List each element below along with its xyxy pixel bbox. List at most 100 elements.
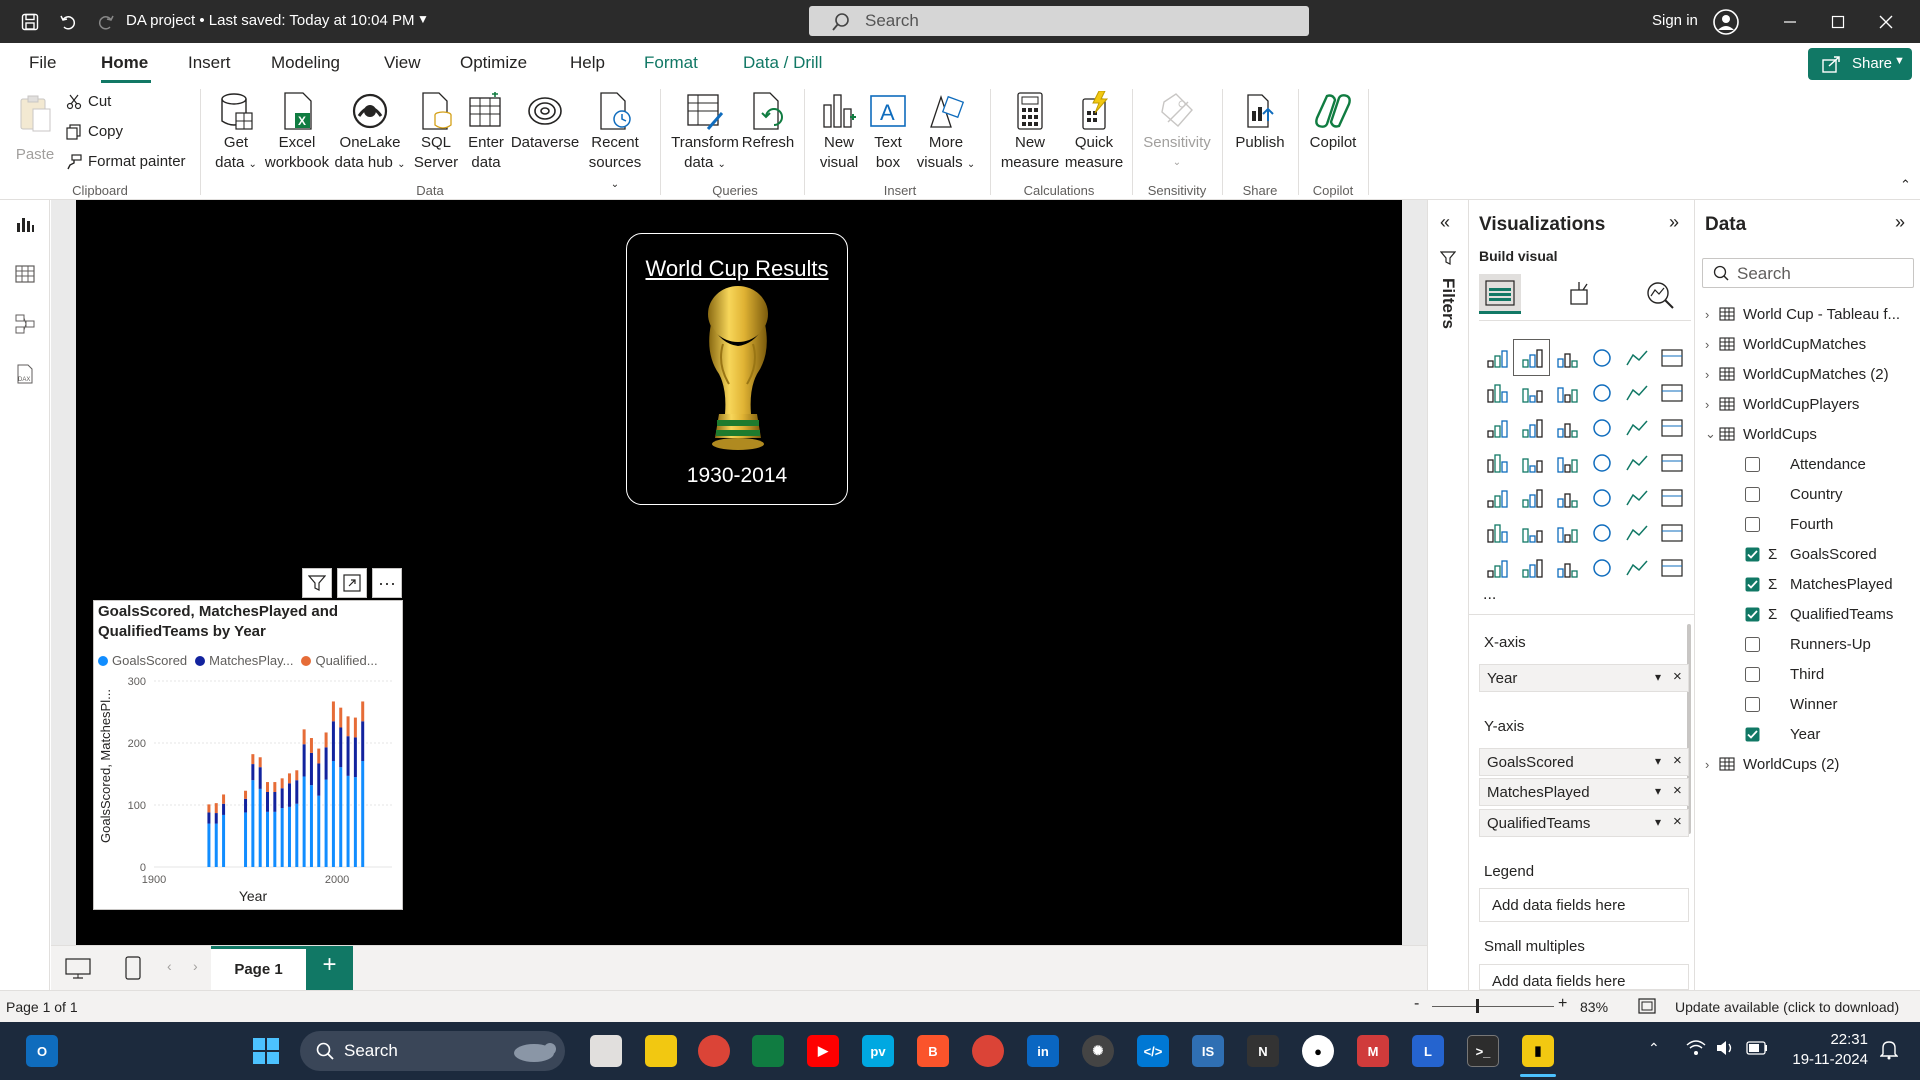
visual-type-icon[interactable] <box>1549 550 1584 585</box>
visual-type-icon[interactable] <box>1654 375 1689 410</box>
format-painter-button[interactable]: Format painter <box>66 153 186 170</box>
search-input[interactable]: Search <box>809 6 1309 36</box>
chevron-right-icon[interactable]: › <box>1695 397 1719 412</box>
mobile-layout-icon[interactable] <box>125 956 141 980</box>
data-field-row[interactable]: Third <box>1695 662 1824 686</box>
visual-type-icon[interactable] <box>1619 515 1654 550</box>
github-icon[interactable]: ● <box>1302 1035 1334 1067</box>
visual-type-icon[interactable] <box>1549 515 1584 550</box>
data-field-row[interactable]: Runners-Up <box>1695 632 1871 656</box>
chevron-double-left-icon[interactable]: « <box>1440 212 1450 233</box>
tab-help[interactable]: Help <box>570 53 605 73</box>
chevron-right-icon[interactable]: › <box>1695 367 1719 382</box>
chevron-right-icon[interactable]: › <box>193 958 198 974</box>
zoom-slider[interactable] <box>1432 1006 1554 1007</box>
remove-field-icon[interactable]: × <box>1673 668 1682 685</box>
app-icon[interactable]: N <box>1247 1035 1279 1067</box>
enter-data-button[interactable]: Enter data <box>464 91 508 173</box>
data-field-row[interactable]: Country <box>1695 482 1843 506</box>
remove-field-icon[interactable]: × <box>1673 813 1682 830</box>
new-measure-button[interactable]: New measure <box>998 91 1062 173</box>
model-view-icon[interactable] <box>13 312 37 336</box>
user-icon[interactable] <box>1712 8 1740 36</box>
chevron-double-right-icon[interactable]: » <box>1895 212 1905 233</box>
tab-data-drill[interactable]: Data / Drill <box>743 53 822 73</box>
dax-query-view-icon[interactable]: DAX <box>13 362 37 386</box>
file-explorer-icon[interactable] <box>645 1035 677 1067</box>
chevron-down-icon[interactable]: ⌄ <box>1695 426 1719 442</box>
visual-type-icon[interactable] <box>1584 375 1619 410</box>
visual-type-icon[interactable] <box>1549 375 1584 410</box>
data-table-row[interactable]: › WorldCups (2) <box>1695 752 1839 776</box>
battery-icon[interactable] <box>1746 1041 1768 1055</box>
get-data-button[interactable]: Get data ⌄ <box>210 91 262 175</box>
chatgpt-icon[interactable]: ✺ <box>1082 1035 1114 1067</box>
undo-icon[interactable] <box>56 10 80 34</box>
visual-type-icon[interactable] <box>1619 480 1654 515</box>
tab-insert[interactable]: Insert <box>188 53 231 73</box>
chevron-down-icon[interactable]: ▼ <box>417 12 429 26</box>
yaxis-field-matchesplayed[interactable]: MatchesPlayed ▾ × <box>1479 778 1689 806</box>
visual-type-icon[interactable] <box>1549 340 1584 375</box>
transform-data-button[interactable]: Transform data ⌄ <box>670 91 740 175</box>
more-options-icon[interactable]: ··· <box>372 568 402 598</box>
data-field-row[interactable]: Σ QualifiedTeams <box>1695 602 1893 626</box>
redo-icon[interactable] <box>94 10 118 34</box>
yaxis-field-qualifiedteams[interactable]: QualifiedTeams ▾ × <box>1479 809 1689 837</box>
visual-type-icon[interactable] <box>1514 480 1549 515</box>
data-table-row[interactable]: › WorldCupPlayers <box>1695 392 1859 416</box>
update-available-link[interactable]: Update available (click to download) <box>1675 999 1899 1015</box>
excel-workbook-button[interactable]: X Excel workbook <box>262 91 332 173</box>
visual-type-icon[interactable] <box>1619 550 1654 585</box>
visual-type-icon[interactable] <box>1654 410 1689 445</box>
data-table-row[interactable]: › WorldCupMatches <box>1695 332 1866 356</box>
publish-button[interactable]: Publish <box>1230 91 1290 153</box>
close-icon[interactable] <box>1872 8 1900 36</box>
task-view-icon[interactable] <box>590 1035 622 1067</box>
tab-home[interactable]: Home <box>101 53 148 73</box>
paste-button[interactable]: Paste <box>14 91 56 165</box>
visual-type-icon[interactable] <box>1619 375 1654 410</box>
data-search-input[interactable]: Search <box>1702 258 1914 288</box>
visual-type-icon[interactable] <box>1584 445 1619 480</box>
field-checkbox[interactable] <box>1745 727 1760 742</box>
filters-label[interactable]: Filters <box>1438 278 1458 329</box>
visual-type-icon[interactable] <box>1479 480 1514 515</box>
data-field-row[interactable]: Year <box>1695 722 1820 746</box>
field-checkbox[interactable] <box>1745 577 1760 592</box>
share-button[interactable]: Share ▼ <box>1808 48 1912 80</box>
tab-optimize[interactable]: Optimize <box>460 53 527 73</box>
document-title[interactable]: DA project • Last saved: Today at 10:04 … <box>126 12 414 29</box>
chrome-profile-icon[interactable] <box>972 1035 1004 1067</box>
data-table-row[interactable]: › WorldCupMatches (2) <box>1695 362 1889 386</box>
more-visuals-button[interactable]: More visuals ⌄ <box>914 91 978 175</box>
add-page-button[interactable]: + <box>306 946 353 990</box>
signin-button[interactable]: Sign in <box>1652 12 1698 29</box>
taskbar-clock[interactable]: 22:31 19-11-2024 <box>1788 1030 1868 1070</box>
world-cup-title-card[interactable]: World Cup Results 1930-2014 <box>626 233 848 505</box>
data-field-row[interactable]: Σ MatchesPlayed <box>1695 572 1893 596</box>
tab-format[interactable]: Format <box>644 53 698 73</box>
data-field-row[interactable]: Fourth <box>1695 512 1833 536</box>
field-checkbox[interactable] <box>1745 607 1760 622</box>
data-table-row[interactable]: › World Cup - Tableau f... <box>1695 302 1900 326</box>
field-checkbox[interactable] <box>1745 486 1760 502</box>
volume-icon[interactable] <box>1716 1040 1736 1056</box>
visual-type-icon[interactable] <box>1549 480 1584 515</box>
tab-modeling[interactable]: Modeling <box>271 53 340 73</box>
page-tab-1[interactable]: Page 1 <box>211 946 306 990</box>
visual-type-icon[interactable] <box>1654 340 1689 375</box>
visual-type-icon[interactable] <box>1584 480 1619 515</box>
copilot-button[interactable]: Copilot <box>1306 91 1360 153</box>
field-checkbox[interactable] <box>1745 696 1760 712</box>
notifications-icon[interactable] <box>1880 1040 1898 1060</box>
wifi-icon[interactable] <box>1686 1040 1706 1056</box>
app-icon[interactable]: IS <box>1192 1035 1224 1067</box>
desktop-layout-icon[interactable] <box>65 958 91 980</box>
visual-type-icon[interactable] <box>1479 515 1514 550</box>
field-checkbox[interactable] <box>1745 456 1760 472</box>
taskbar-search[interactable]: Search <box>300 1031 565 1071</box>
format-visual-tab[interactable] <box>1565 280 1595 310</box>
new-visual-button[interactable]: New visual <box>816 91 862 173</box>
field-checkbox[interactable] <box>1745 636 1760 652</box>
